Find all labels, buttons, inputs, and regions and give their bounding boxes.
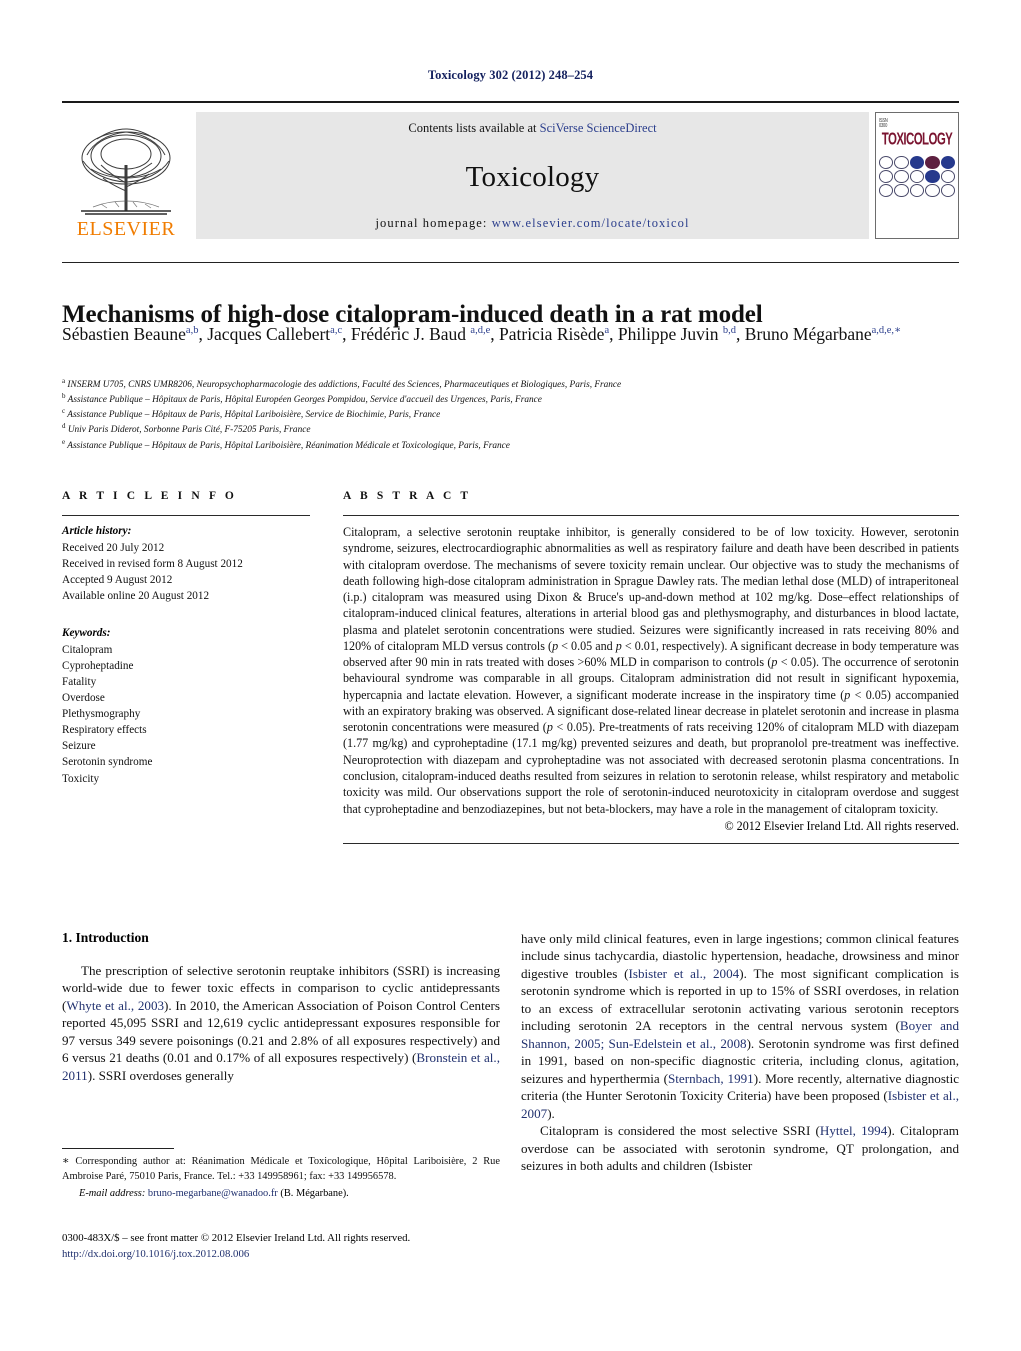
journal-homepage-url[interactable]: www.elsevier.com/locate/toxicol <box>492 216 690 230</box>
keyword-item: Citalopram <box>62 643 113 656</box>
elsevier-wordmark: ELSEVIER <box>76 218 176 240</box>
cover-dot <box>925 170 940 183</box>
doi-link[interactable]: http://dx.doi.org/10.1016/j.tox.2012.08.… <box>62 1247 500 1263</box>
article-info-column: A R T I C L E I N F O Article history: R… <box>62 490 310 787</box>
running-head: Toxicology 302 (2012) 248–254 <box>427 68 594 82</box>
cover-journal-title: TOXICOLOGY <box>881 130 953 150</box>
citation-link[interactable]: Bronstein et al., 2011 <box>62 1050 500 1082</box>
cover-dot <box>878 184 894 197</box>
affiliation-item: e Assistance Publique – Hôpitaux de Pari… <box>62 437 510 451</box>
intro-paragraph-left: The prescription of selective serotonin … <box>62 963 501 1083</box>
cover-dot <box>894 156 909 169</box>
author-list: Sébastien Beaunea,b, Jacques Calleberta,… <box>62 324 902 344</box>
affiliation-item: c Assistance Publique – Hôpitaux de Pari… <box>62 407 441 421</box>
cover-dot <box>940 156 956 169</box>
keyword-item: Fatality <box>62 675 97 688</box>
cover-dot <box>909 156 925 169</box>
cover-dot <box>894 184 909 197</box>
journal-title: Toxicology <box>465 160 600 193</box>
corresponding-author-text: Corresponding author at: Réanimation Méd… <box>62 1156 500 1182</box>
contents-available-line: Contents lists available at SciVerse Sci… <box>196 121 869 136</box>
intro-paragraph-right-1: have only mild clinical features, even i… <box>521 931 960 1121</box>
dot-row <box>878 184 956 197</box>
cover-dot <box>909 170 925 183</box>
abstract-text: Citalopram, a selective serotonin reupta… <box>343 525 960 816</box>
affiliation-item: a INSERM U705, CNRS UMR8206, Neuropsycho… <box>62 376 622 390</box>
abstract-divider <box>343 515 959 516</box>
article-info-heading: A R T I C L E I N F O <box>62 490 237 502</box>
abstract-bottom-divider <box>343 842 959 844</box>
title-divider <box>62 262 959 263</box>
keyword-item: Toxicity <box>62 772 100 785</box>
article-history-item: Received in revised form 8 August 2012 <box>62 558 243 571</box>
cover-dot <box>894 170 909 183</box>
body-right-column: have only mild clinical features, even i… <box>521 930 959 1175</box>
article-history-item: Available online 20 August 2012 <box>62 590 210 603</box>
email-note: E-mail address: bruno-megarbane@wanadoo.… <box>62 1187 500 1202</box>
asterisk-icon: ∗ <box>62 1155 70 1167</box>
cover-issn-block: ISSN 0300 <box>879 116 955 128</box>
section-heading-introduction: 1. Introduction <box>62 930 149 945</box>
cover-dot <box>925 156 940 169</box>
elsevier-tree-icon <box>81 128 171 215</box>
journal-homepage-line: journal homepage: www.elsevier.com/locat… <box>196 216 869 231</box>
abstract-copyright: © 2012 Elsevier Ireland Ltd. All rights … <box>724 818 959 833</box>
affiliation-list: a INSERM U705, CNRS UMR8206, Neuropsycho… <box>62 376 952 454</box>
issn-line: 0300-483X/$ – see front matter © 2012 El… <box>62 1232 411 1244</box>
citation-link[interactable]: Whyte et al., 2003 <box>66 998 164 1013</box>
email-owner: (B. Mégarbane). <box>280 1187 349 1199</box>
footnote-block: ∗ Corresponding author at: Réanimation M… <box>62 1148 500 1201</box>
article-history-label: Article history: <box>62 525 132 537</box>
citation-link[interactable]: Isbister et al., 2007 <box>521 1088 959 1120</box>
cover-dot <box>925 184 940 197</box>
body-left-column: 1. Introduction The prescription of sele… <box>62 930 500 1084</box>
dot-row <box>878 170 956 183</box>
intro-paragraph-right-2: Citalopram is considered the most select… <box>521 1123 959 1174</box>
citation-link[interactable]: Sternbach, 1991 <box>668 1071 754 1086</box>
article-history-list: Received 20 July 2012 Received in revised… <box>62 540 310 605</box>
keyword-item: Plethysmography <box>62 708 141 721</box>
dot-row <box>878 156 956 169</box>
masthead-center-panel: Contents lists available at SciVerse Sci… <box>196 112 869 239</box>
abstract-column: A B S T R A C T Citalopram, a selective … <box>343 490 959 844</box>
citation-link[interactable]: Hyttel, 1994 <box>820 1123 887 1138</box>
issn-copyright-block: 0300-483X/$ – see front matter © 2012 El… <box>62 1231 500 1262</box>
journal-article-page: Toxicology 302 (2012) 248–254 ELSEVIER C… <box>0 0 1021 1351</box>
article-history-item: Accepted 9 August 2012 <box>62 574 173 587</box>
journal-cover-thumbnail: ISSN 0300 TOXICOLOGY <box>875 112 959 239</box>
article-info-divider <box>62 515 310 516</box>
cover-dot <box>909 184 925 197</box>
email-link[interactable]: bruno-megarbane@wanadoo.fr <box>148 1188 278 1199</box>
cover-dot <box>940 170 956 183</box>
sciencedirect-link[interactable]: SciVerse ScienceDirect <box>540 121 657 135</box>
affiliation-item: b Assistance Publique – Hôpitaux de Pari… <box>62 392 542 406</box>
keywords-label: Keywords: <box>62 627 111 640</box>
homepage-prefix: journal homepage: <box>375 216 492 230</box>
email-label: E-mail address: <box>79 1187 146 1199</box>
article-history-item: Received 20 July 2012 <box>62 541 165 554</box>
footnote-divider <box>62 1148 174 1149</box>
contents-prefix: Contents lists available at <box>408 121 540 135</box>
abstract-heading: A B S T R A C T <box>343 490 472 502</box>
corresponding-author-note: ∗ Corresponding author at: Réanimation M… <box>62 1154 500 1185</box>
cover-dot <box>878 156 894 169</box>
cover-dot-grid <box>878 156 956 234</box>
citation-link[interactable]: Isbister et al., 2004 <box>629 966 740 981</box>
journal-masthead: ELSEVIER Contents lists available at Sci… <box>62 101 959 239</box>
keyword-item: Respiratory effects <box>62 724 147 737</box>
elsevier-logo: ELSEVIER <box>62 112 190 239</box>
keyword-item: Serotonin syndrome <box>62 756 153 769</box>
cover-dot <box>940 184 956 197</box>
citation-link[interactable]: Boyer and Shannon, 2005; Sun-Edelstein e… <box>521 1018 959 1050</box>
keyword-item: Seizure <box>62 740 96 753</box>
cover-issn-text: ISSN 0300 <box>879 116 888 129</box>
cover-dot <box>878 170 894 183</box>
keywords-list: Citalopram Cyproheptadine Fatality Overdose… <box>62 642 310 787</box>
keyword-item: Overdose <box>62 691 105 704</box>
affiliation-item: d Univ Paris Diderot, Sorbonne Paris Cit… <box>62 422 311 436</box>
keyword-item: Cyproheptadine <box>62 659 134 672</box>
